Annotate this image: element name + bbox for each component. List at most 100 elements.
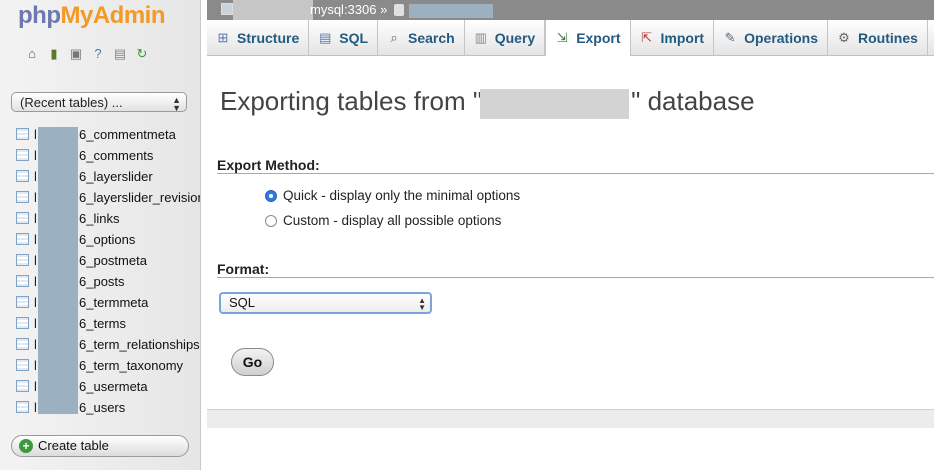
table-name-lead: l [34,358,37,373]
table-name[interactable]: 6_term_relationships [79,334,200,355]
recent-tables-select[interactable]: (Recent tables) ... ▲ ▼ [11,92,187,113]
help-icon[interactable]: ? [90,46,106,62]
table-icon[interactable] [16,149,29,161]
select-arrows-icon: ▲ ▼ [418,296,426,312]
home-icon[interactable]: ⌂ [24,46,40,62]
format-select-value: SQL [229,295,256,310]
footer-bar [207,409,934,428]
quick-links: ⌂ ▮ ▣ ? ▤ ↻ [24,46,150,62]
radio-quick-control[interactable] [265,190,277,202]
exit-icon[interactable]: ▮ [46,46,62,62]
tab-search[interactable]: ⌕ Search [378,20,465,55]
table-name[interactable]: 6_postmeta [79,250,147,271]
sidebar-table-item[interactable]: l 6_links [0,208,200,229]
table-name[interactable]: 6_terms [79,313,126,334]
table-icon[interactable] [16,275,29,287]
sidebar-table-item[interactable]: l 6_options [0,229,200,250]
plus-icon: + [19,439,33,453]
table-icon[interactable] [16,401,29,413]
format-legend: Format: [217,261,270,277]
tab-label: Structure [237,29,300,46]
sidebar-table-item[interactable]: l 6_comments [0,145,200,166]
radio-custom[interactable]: Custom - display all possible options [265,213,501,228]
sidebar-table-item[interactable]: l 6_commentmeta [0,124,200,145]
table-name-lead: l [34,253,37,268]
tab-operations[interactable]: ✎ Operations [714,20,828,55]
tab-routines[interactable]: ⚙ Routines [828,20,928,55]
tab-label: Search [408,29,455,46]
table-name-lead: l [34,127,37,142]
sidebar-table-item[interactable]: l 6_layerslider [0,166,200,187]
structure-icon: ⊞ [217,29,229,45]
wrench-icon: ✎ [724,29,736,45]
create-table-button[interactable]: + Create table [11,435,189,457]
radio-custom-label: Custom - display all possible options [283,213,502,228]
phpmyadmin-logo[interactable]: phpMyAdmin [18,2,165,30]
table-icon[interactable] [16,254,29,266]
table-icon[interactable] [16,212,29,224]
tab-structure[interactable]: ⊞ Structure [207,20,310,55]
table-name[interactable]: 6_users [79,397,125,418]
navigation-sidebar: phpMyAdmin ⌂ ▮ ▣ ? ▤ ↻ (Recent tables) .… [0,0,201,470]
sidebar-table-item[interactable]: l 6_terms [0,313,200,334]
table-name[interactable]: 6_options [79,229,135,250]
sidebar-table-item[interactable]: l 6_layerslider_revision [0,187,200,208]
table-icon[interactable] [16,380,29,392]
sidebar-table-item[interactable]: l 6_usermeta [0,376,200,397]
tab-label: Operations [744,29,818,46]
sidebar-table-item[interactable]: l 6_posts [0,271,200,292]
table-name-lead: l [34,211,37,226]
table-icon[interactable] [16,296,29,308]
page-title-prefix: Exporting tables from " [220,86,483,116]
logo-myadmin: MyAdmin [60,2,165,29]
format-divider [217,277,934,278]
table-name-lead: l [34,274,37,289]
reload-icon[interactable]: ↻ [134,46,150,62]
tab-label: Query [494,29,536,46]
table-name-lead: l [34,148,37,163]
table-name-lead: l [34,400,37,415]
table-name[interactable]: 6_comments [79,145,153,166]
table-name[interactable]: 6_links [79,208,119,229]
radio-quick-label: Quick - display only the minimal options [283,188,521,203]
go-button[interactable]: Go [231,348,274,376]
recent-tables-value: (Recent tables) ... [20,95,123,110]
sidebar-table-item[interactable]: l 6_term_taxonomy [0,355,200,376]
sidebar-table-item[interactable]: l 6_termmeta [0,292,200,313]
table-icon[interactable] [16,170,29,182]
docs-icon[interactable]: ▤ [112,46,128,62]
tab-sql[interactable]: ▤ SQL [309,20,379,55]
radio-custom-control[interactable] [265,215,277,227]
tab-query[interactable]: ▥ Query [465,20,546,55]
tab-label: Export [576,30,621,46]
table-name[interactable]: 6_posts [79,271,125,292]
export-method-divider [217,173,934,174]
query-window-icon[interactable]: ▣ [68,46,84,62]
table-name[interactable]: 6_termmeta [79,292,148,313]
radio-quick[interactable]: Quick - display only the minimal options [265,188,520,203]
table-icon[interactable] [16,338,29,350]
table-name[interactable]: 6_commentmeta [79,124,176,145]
create-table-label: Create table [38,438,109,453]
redacted-database-name[interactable] [409,4,493,18]
sidebar-table-item[interactable]: l 6_postmeta [0,250,200,271]
sidebar-table-item[interactable]: l 6_users [0,397,200,418]
table-name[interactable]: 6_layerslider [79,166,153,187]
table-icon[interactable] [16,233,29,245]
tab-label: Routines [858,29,918,46]
sidebar-table-item[interactable]: l 6_term_relationships [0,334,200,355]
tab-bar: ⊞ Structure ▤ SQL ⌕ Search ▥ Query ⇲ Export ⇱ Impor… [207,20,934,56]
redacted-database-name-heading [480,89,629,119]
table-icon[interactable] [16,191,29,203]
tab-import[interactable]: ⇱ Import [631,20,715,55]
table-icon[interactable] [16,317,29,329]
format-select[interactable]: SQL ▲ ▼ [219,292,432,314]
breadcrumb-server[interactable]: mysql:3306 » [310,0,387,20]
table-name[interactable]: 6_usermeta [79,376,148,397]
tab-export[interactable]: ⇲ Export [545,20,631,56]
table-icon[interactable] [16,128,29,140]
table-name[interactable]: 6_term_taxonomy [79,355,183,376]
table-name[interactable]: 6_layerslider_revision [79,187,200,208]
logo-php: php [18,2,61,29]
table-icon[interactable] [16,359,29,371]
